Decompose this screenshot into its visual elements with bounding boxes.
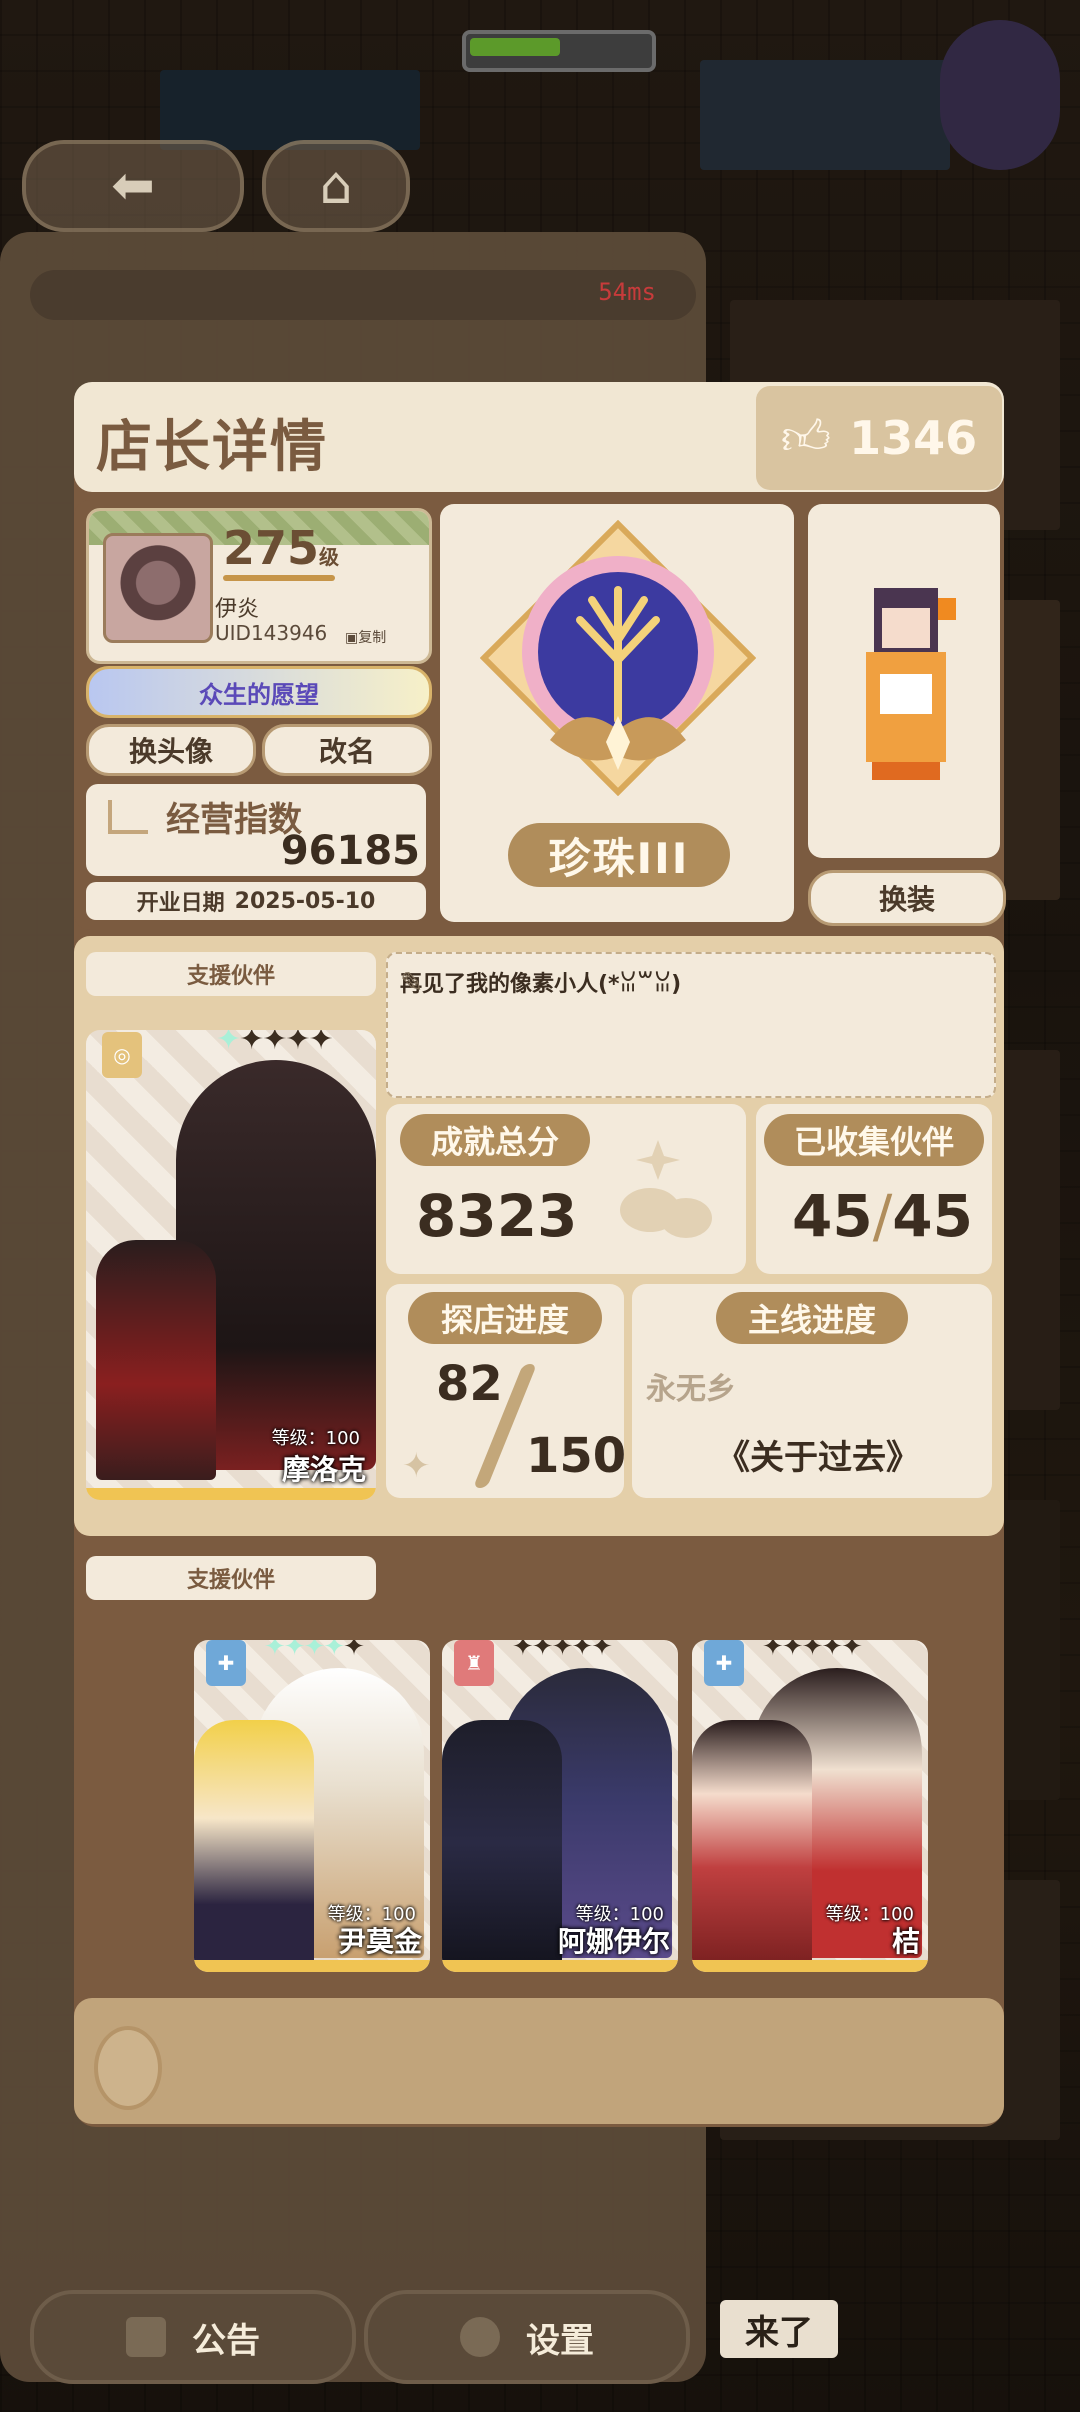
pixel-character-icon <box>866 588 956 780</box>
thumbs-up-icon: 👍︎ <box>780 410 832 466</box>
dialog-title: 店长详情 <box>96 415 328 480</box>
like-button[interactable]: 👍︎ 1346 <box>756 386 1002 490</box>
player-level: 275级 <box>223 521 339 575</box>
partner-rarity-strip <box>194 1960 430 1972</box>
edit-icon[interactable]: ✎ <box>400 966 980 1088</box>
business-index-value: 96185 <box>280 828 420 874</box>
partner-card-3[interactable]: ✚ ✦✦✦✦✦ 等级：100 桔 <box>692 1640 928 1972</box>
support-partner-label: 支援伙伴 <box>86 952 376 996</box>
notice-icon <box>126 2317 166 2357</box>
avatar[interactable] <box>103 533 213 643</box>
main-story-chapter: 《关于过去》 <box>716 1438 920 1478</box>
settings-button[interactable]: 设置 <box>364 2290 690 2384</box>
coffee-beans-icon <box>620 1140 712 1238</box>
copy-label: 复制 <box>358 630 387 646</box>
partner-stars: ✦✦✦✦✦ <box>264 1640 365 1662</box>
outfit-preview <box>808 504 1000 858</box>
coffee-bean-icon <box>94 2026 162 2110</box>
explore-total: 150 <box>526 1428 627 1484</box>
notice-label: 公告 <box>192 2320 260 2361</box>
partner-card-2[interactable]: ♜ ✦✦✦✦✦ 等级：100 阿娜伊尔 <box>442 1640 678 1972</box>
partner-stars: ✦✦✦✦✦ <box>762 1640 863 1662</box>
gear-icon <box>460 2317 500 2357</box>
rank-name: 珍珠III <box>508 823 730 887</box>
copy-icon: ▣ <box>345 630 359 646</box>
copy-uid-button[interactable]: ▣复制 <box>345 627 386 647</box>
partner-stars: ✦✦✦✦✦ <box>216 1030 334 1057</box>
partner-pixel-sprite <box>96 1240 216 1480</box>
partner-pixel-sprite <box>692 1720 812 1966</box>
partner-rarity-strip <box>692 1960 928 1972</box>
level-underline <box>223 575 335 581</box>
support-partners-row-label: 支援伙伴 <box>86 1556 376 1600</box>
explore-current: 82 <box>436 1356 503 1412</box>
motto-box[interactable]: 再见了我的像素小人(*ꈍ꒳ꈍ) ✎ <box>386 952 996 1098</box>
open-date-value: 2025-05-10 <box>234 888 376 914</box>
partner-rarity-strip <box>442 1960 678 1972</box>
collected-owned: 45 <box>792 1182 873 1250</box>
collection-label: 已收集伙伴 <box>764 1114 984 1166</box>
blue-badge-icon: ✚ <box>704 1640 744 1686</box>
profile-card: 275级 伊炎 UID143946 ▣复制 <box>86 508 432 664</box>
change-avatar-button[interactable]: 换头像 <box>86 724 256 776</box>
notice-button[interactable]: 公告 <box>30 2290 356 2384</box>
empty-slot-panel <box>74 1998 1004 2124</box>
element-badge-icon: ◎ <box>102 1032 142 1078</box>
blue-badge-icon: ✚ <box>206 1640 246 1686</box>
title-badge[interactable]: 众生的愿望 <box>86 666 432 718</box>
main-story-region: 永无乡 <box>646 1372 736 1407</box>
achievement-value: 8323 <box>416 1182 578 1250</box>
explore-label: 探店进度 <box>408 1292 602 1344</box>
arrow-left-icon: ⬅ <box>111 156 155 216</box>
rename-button[interactable]: 改名 <box>262 724 432 776</box>
player-uid: UID143946 <box>215 621 328 645</box>
level-number: 275 <box>223 521 320 575</box>
energy-bar <box>462 30 656 72</box>
home-icon: ⌂ <box>319 156 353 216</box>
collected-total: 45 <box>892 1182 973 1250</box>
chat-chip[interactable]: 来了 <box>720 2300 838 2358</box>
main-story-label: 主线进度 <box>716 1292 908 1344</box>
partner-name: 摩洛克 <box>281 1453 366 1486</box>
home-button[interactable]: ⌂ <box>262 140 410 232</box>
collection-value: 45/45 <box>792 1182 973 1250</box>
partner-card-1[interactable]: ✚ ✦✦✦✦✦ 等级：100 尹莫金 <box>194 1640 430 1972</box>
open-date: 开业日期 2025-05-10 <box>86 882 426 920</box>
pearl-rank-emblem-icon <box>480 520 756 796</box>
partner-level: 等级：100 <box>271 1428 360 1449</box>
partner-rarity-strip <box>86 1488 376 1500</box>
red-badge-icon: ♜ <box>454 1640 494 1686</box>
sparkle-icon: ✦ <box>402 1446 431 1486</box>
change-outfit-button[interactable]: 换装 <box>808 870 1006 926</box>
partner-stars: ✦✦✦✦✦ <box>512 1640 613 1662</box>
achievement-label: 成就总分 <box>400 1114 590 1166</box>
back-button[interactable]: ⬅ <box>22 140 244 232</box>
level-suffix: 级 <box>319 545 340 569</box>
settings-label: 设置 <box>526 2320 594 2361</box>
partner-name: 阿娜伊尔 <box>557 1925 670 1958</box>
open-date-label: 开业日期 <box>136 891 225 916</box>
business-index-card: 经营指数 96185 <box>86 784 426 876</box>
partner-pixel-sprite <box>194 1720 314 1966</box>
ping-bar: 54ms <box>30 270 696 320</box>
chart-icon <box>108 800 148 834</box>
ping-text: 54ms <box>598 278 656 306</box>
partner-name: 桔 <box>891 1925 920 1958</box>
main-support-partner-card[interactable]: ◎ ✦✦✦✦✦ 等级：100 摩洛克 <box>86 1030 376 1500</box>
player-name: 伊炎 <box>215 597 260 622</box>
like-count: 1346 <box>849 411 978 465</box>
partner-pixel-sprite <box>442 1720 562 1966</box>
partner-name: 尹莫金 <box>337 1925 422 1958</box>
